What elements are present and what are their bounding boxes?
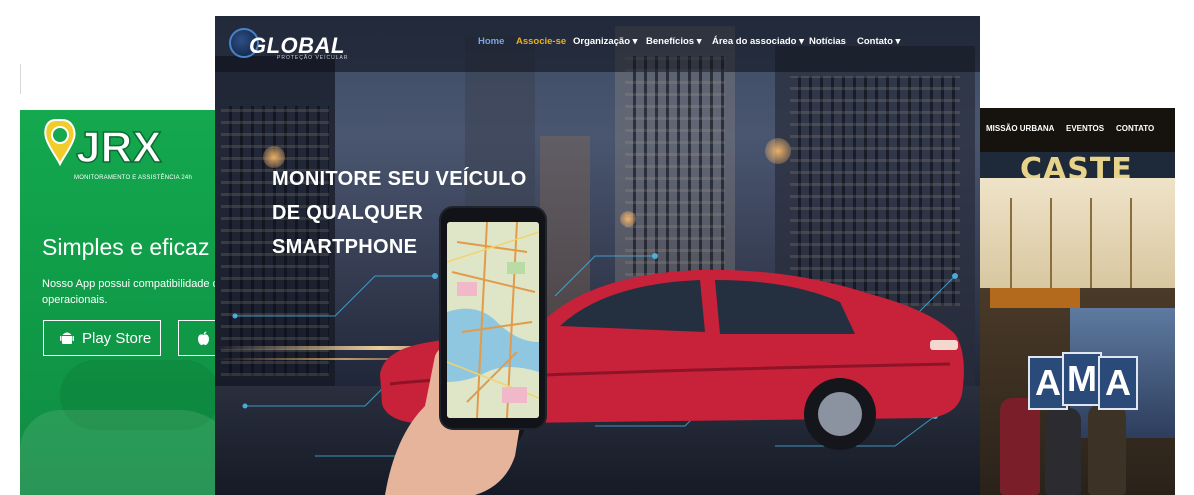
- car-background-shape: [20, 410, 240, 495]
- nav-item-eventos[interactable]: EVENTOS: [1066, 124, 1104, 133]
- divider-mark: [20, 64, 21, 94]
- chevron-down-icon: ▾: [799, 36, 804, 47]
- person-figure: [1088, 404, 1126, 495]
- missao-urbana-site-preview: CASTE A M A MISSÃO URBANA EVENTOS CONTAT…: [960, 108, 1175, 495]
- protest-sign-letter: A: [1098, 356, 1138, 410]
- nav-item-contato[interactable]: CONTATO: [1116, 124, 1154, 133]
- person-figure: [1045, 408, 1081, 495]
- nav-item-noticias[interactable]: Notícias: [809, 36, 846, 47]
- nav-item-missao-urbana[interactable]: MISSÃO URBANA: [986, 124, 1054, 133]
- android-icon: [60, 332, 74, 344]
- chevron-down-icon: ▾: [895, 36, 901, 47]
- hero-line: MONITORE SEU VEÍCULO: [272, 168, 527, 190]
- nav-item-beneficios[interactable]: Benefícios ▾: [646, 36, 701, 47]
- hero-line: DE QUALQUER: [272, 202, 424, 224]
- chevron-down-icon: ▾: [632, 36, 638, 47]
- jrx-logo-text: JRX: [76, 123, 162, 172]
- shop-banner: [990, 288, 1080, 308]
- nav-item-contato[interactable]: Contato ▾: [857, 36, 900, 47]
- hero-heading: MONITORE SEU VEÍCULO DE QUALQUER SMARTPH…: [272, 162, 527, 264]
- nav-item-area-do-associado[interactable]: Área do associado ▾: [712, 36, 804, 47]
- section-heading: Simples e eficaz: [42, 234, 210, 260]
- chevron-down-icon: ▾: [696, 36, 702, 47]
- person-figure: [1000, 398, 1040, 495]
- play-store-button[interactable]: Play Store: [43, 320, 161, 356]
- global-site-preview: GLOBAL PROTEÇÃO VEICULAR Home Associe-se…: [215, 16, 980, 495]
- apple-icon: [198, 331, 209, 345]
- top-navigation: MISSÃO URBANA EVENTOS CONTATO: [960, 108, 1175, 152]
- nav-item-organizacao[interactable]: Organização ▾: [573, 36, 637, 47]
- nav-item-home[interactable]: Home: [478, 36, 504, 47]
- section-description: Nosso App possui compatibilidade com ope…: [42, 278, 234, 306]
- nav-item-associe-se[interactable]: Associe-se: [516, 36, 566, 47]
- hero-line: SMARTPHONE: [272, 236, 418, 258]
- protest-sign-letter: M: [1062, 352, 1102, 406]
- global-logo-subtitle: PROTEÇÃO VEICULAR: [277, 55, 349, 61]
- jrx-tagline: MONITORAMENTO E ASSISTÊNCIA 24h: [74, 175, 193, 181]
- storefront-awning: [980, 178, 1175, 288]
- play-store-label: Play Store: [82, 329, 152, 347]
